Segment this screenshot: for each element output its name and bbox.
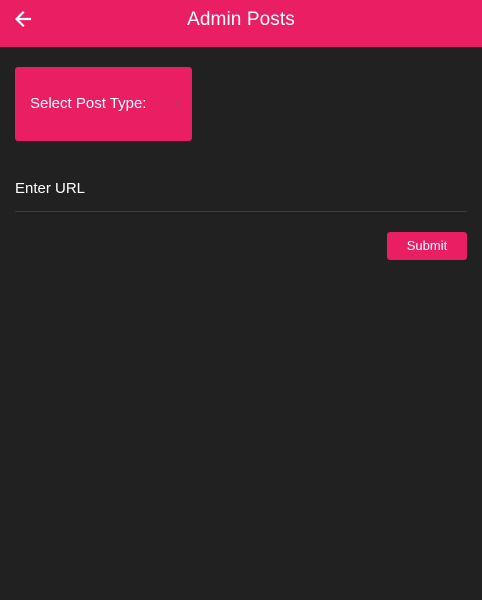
url-input[interactable] <box>15 170 467 212</box>
url-field[interactable] <box>15 170 467 213</box>
post-type-label: Select Post Type: <box>30 95 147 112</box>
app-bar: Admin Posts <box>0 0 482 47</box>
caret-down-icon <box>173 101 181 105</box>
submit-button[interactable]: Submit <box>387 232 467 260</box>
post-type-dropdown[interactable]: Select Post Type: <box>15 67 192 141</box>
url-underline <box>15 211 467 212</box>
page-title: Admin Posts <box>187 9 295 30</box>
